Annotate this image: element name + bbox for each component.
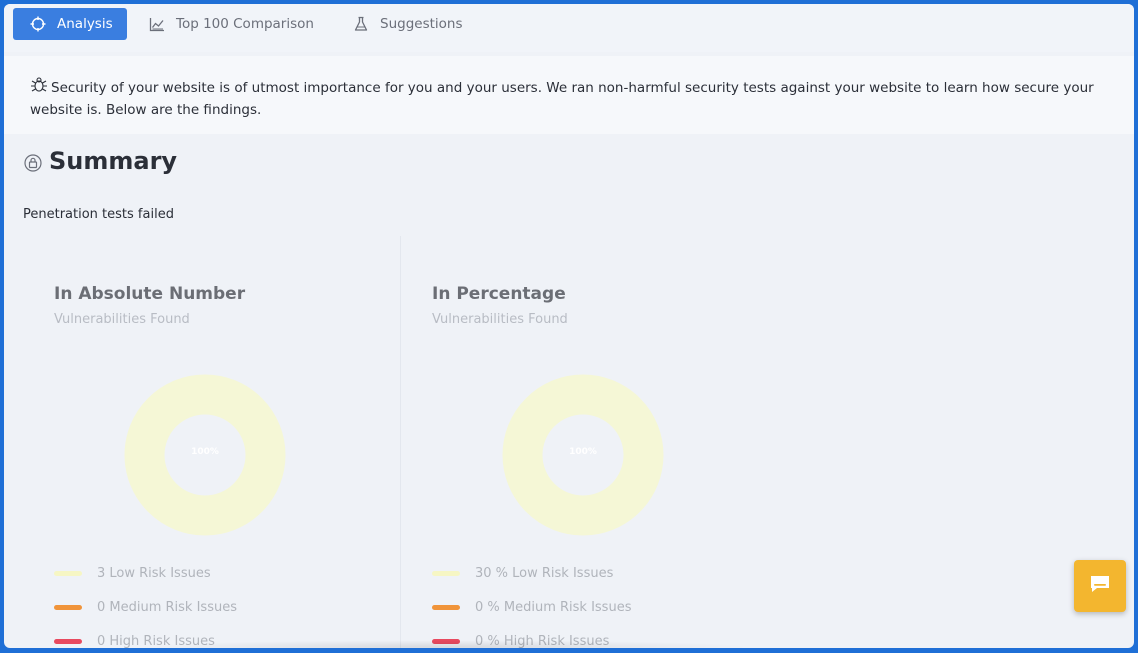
panel-absolute: In Absolute Number Vulnerabilities Found… bbox=[54, 284, 414, 648]
legend-text: 0 % Medium Risk Issues bbox=[475, 599, 632, 615]
panel-title: In Absolute Number bbox=[54, 284, 246, 304]
summary-heading: Summary bbox=[23, 147, 177, 175]
chart-icon bbox=[148, 15, 166, 33]
legend: 3 Low Risk Issues 0 Medium Risk Issues 0… bbox=[54, 556, 237, 648]
legend-item-medium: 0 % Medium Risk Issues bbox=[432, 590, 631, 624]
summary-title: Summary bbox=[49, 147, 178, 175]
donut-center-label: 100% bbox=[191, 447, 219, 457]
legend-swatch-low bbox=[432, 570, 460, 576]
crosshair-icon bbox=[29, 15, 47, 33]
intro-text: Security of your website is of utmost im… bbox=[30, 80, 1094, 118]
app-frame: Analysis Top 100 Comparison Suggestions bbox=[4, 4, 1134, 648]
legend-text: 30 % Low Risk Issues bbox=[475, 565, 614, 581]
penetration-subtitle: Penetration tests failed bbox=[23, 207, 174, 222]
tab-suggestions-label: Suggestions bbox=[380, 16, 463, 32]
panel-subtitle: Vulnerabilities Found bbox=[54, 312, 190, 327]
legend-text: 3 Low Risk Issues bbox=[97, 565, 211, 581]
bug-icon bbox=[30, 76, 48, 94]
legend-swatch-high bbox=[54, 638, 82, 644]
tab-top-100-comparison[interactable]: Top 100 Comparison bbox=[148, 8, 314, 40]
chat-button[interactable] bbox=[1074, 560, 1126, 612]
donut-center-label: 100% bbox=[569, 447, 597, 457]
donut-chart: 100% bbox=[502, 374, 664, 536]
lock-icon bbox=[23, 151, 43, 172]
chat-icon bbox=[1089, 574, 1111, 598]
panel-percentage: In Percentage Vulnerabilities Found 100%… bbox=[432, 284, 792, 648]
tab-analysis-label: Analysis bbox=[57, 16, 113, 32]
panel-title: In Percentage bbox=[432, 284, 566, 304]
legend-swatch-medium bbox=[54, 604, 82, 610]
tab-top-100-label: Top 100 Comparison bbox=[176, 16, 314, 32]
legend-item-medium: 0 Medium Risk Issues bbox=[54, 590, 237, 624]
legend-swatch-low bbox=[54, 570, 82, 576]
panel-subtitle: Vulnerabilities Found bbox=[432, 312, 568, 327]
flask-icon bbox=[352, 15, 370, 33]
tab-bar: Analysis Top 100 Comparison Suggestions bbox=[4, 4, 1134, 52]
bottom-shadow bbox=[134, 640, 754, 648]
legend-item-low: 3 Low Risk Issues bbox=[54, 556, 237, 590]
legend-text: 0 Medium Risk Issues bbox=[97, 599, 237, 615]
donut-chart: 100% bbox=[124, 374, 286, 536]
tab-analysis[interactable]: Analysis bbox=[13, 8, 127, 40]
legend: 30 % Low Risk Issues 0 % Medium Risk Iss… bbox=[432, 556, 631, 648]
legend-swatch-medium bbox=[432, 604, 460, 610]
legend-item-low: 30 % Low Risk Issues bbox=[432, 556, 631, 590]
tab-suggestions[interactable]: Suggestions bbox=[352, 8, 463, 40]
intro-box: Security of your website is of utmost im… bbox=[4, 56, 1134, 134]
